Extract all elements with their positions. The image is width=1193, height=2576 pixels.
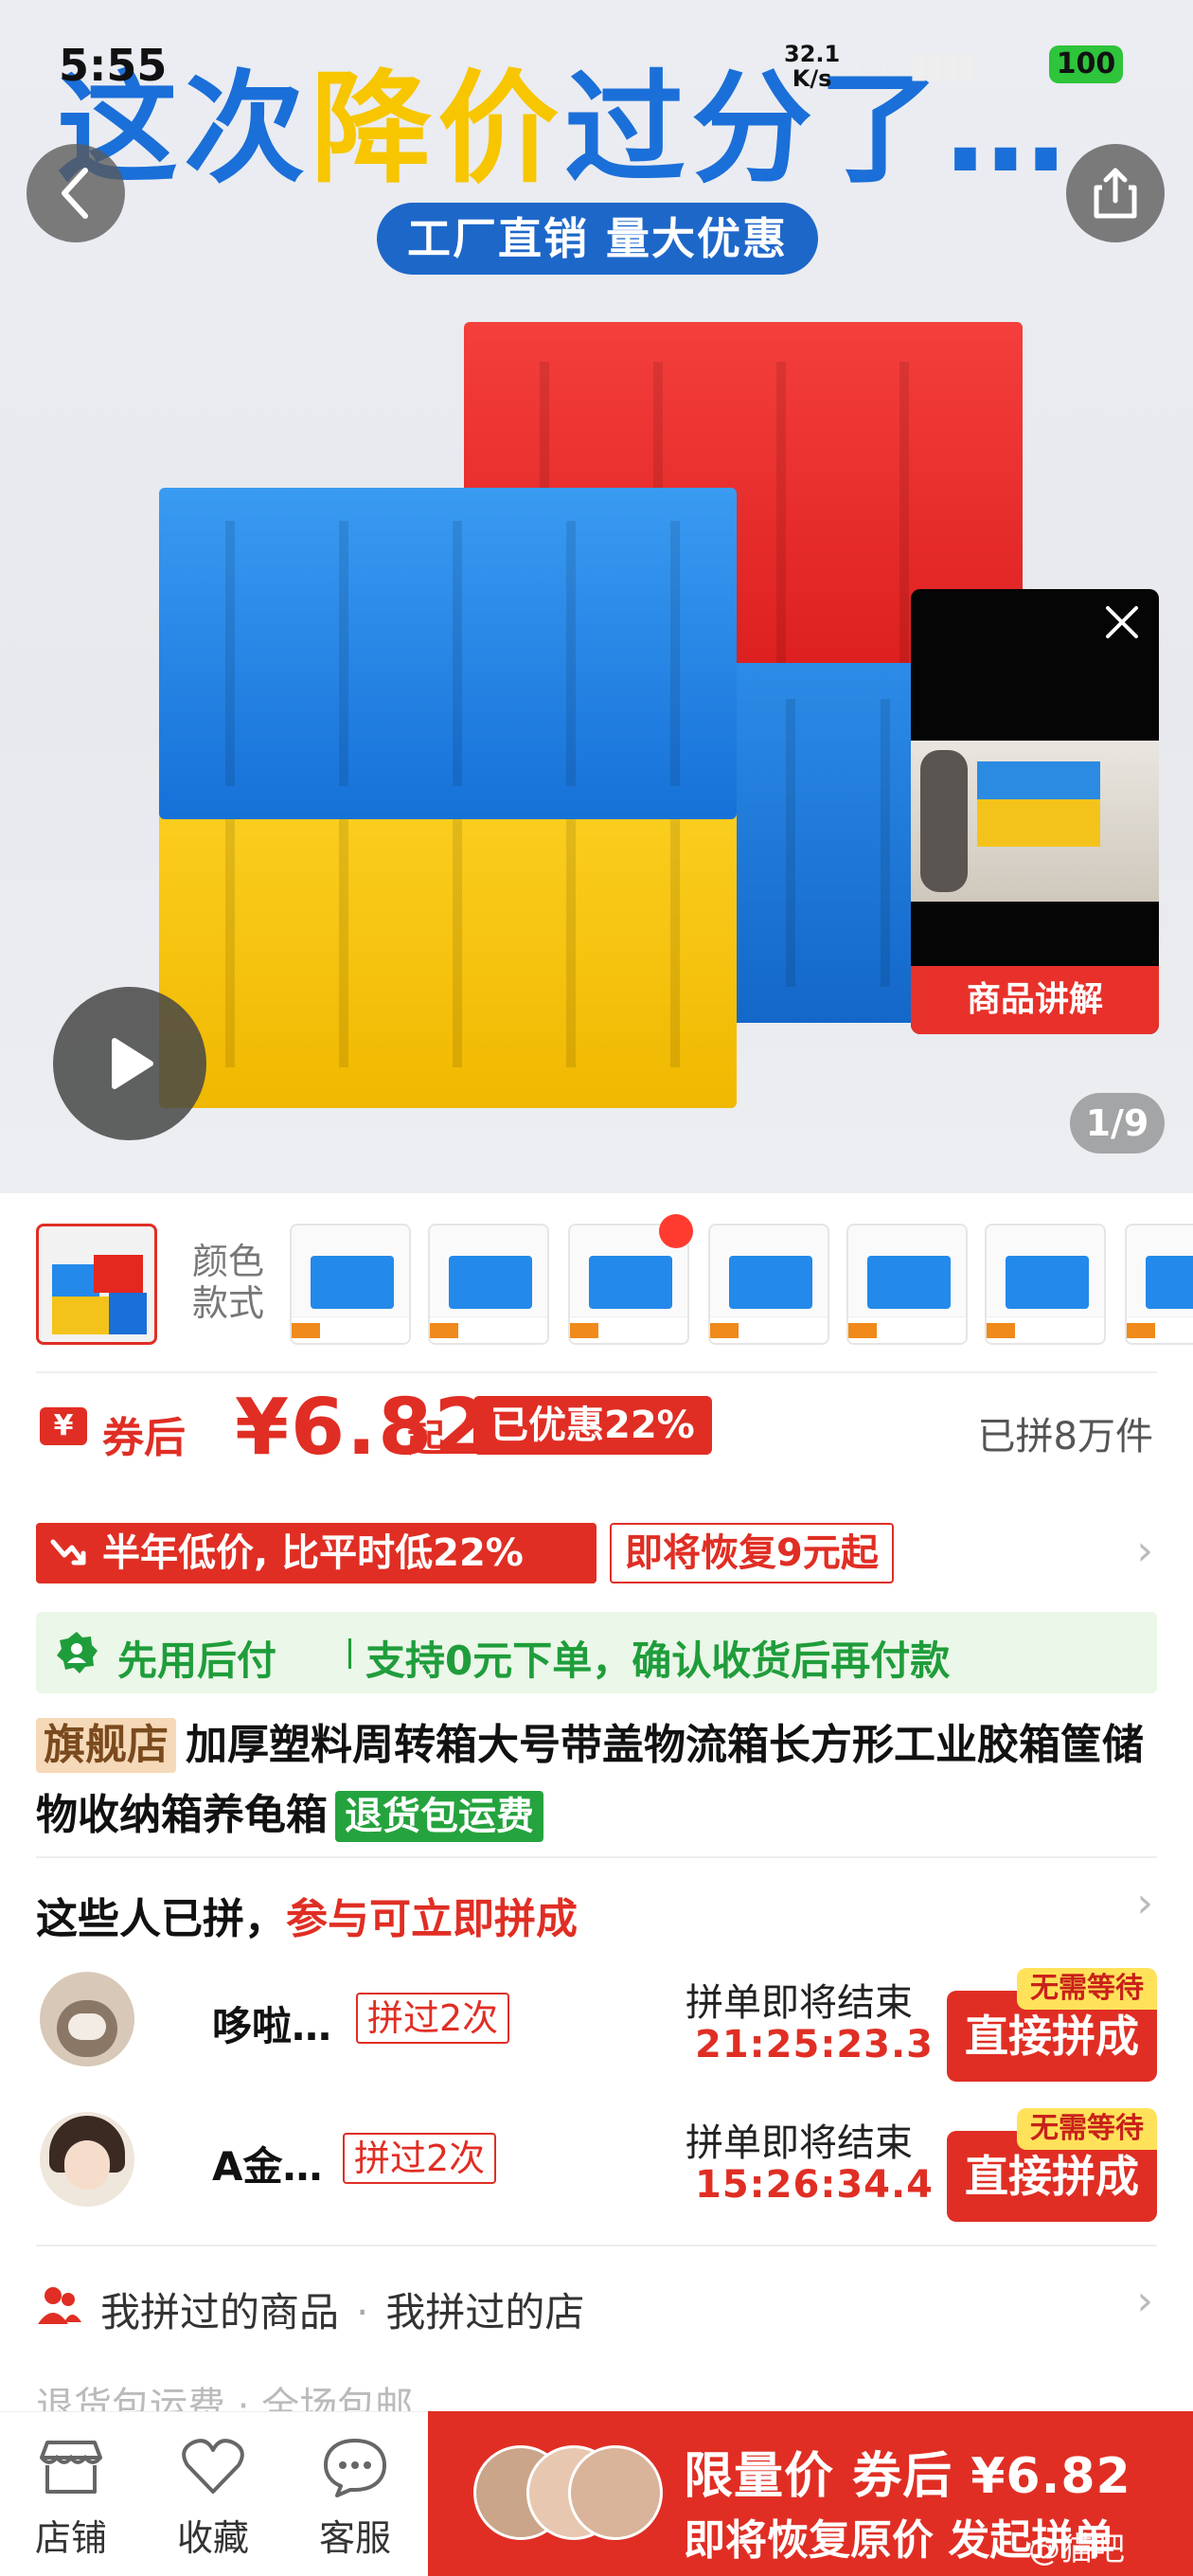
sku-selector[interactable]: 颜色款式 [0,1212,1193,1354]
low-price-row[interactable]: 半年低价, 比平时低22% 即将恢复9元起 › [36,1523,1157,1583]
pay-after-banner[interactable]: 先用后付 支持0元下单，确认收货后再付款 [36,1612,1157,1693]
video-preview-card[interactable]: 商品讲解 [911,589,1159,1034]
flagship-store-tag: 旗舰店 [36,1718,176,1773]
ending-label: 拼单即将结束 [686,2121,913,2165]
free-return-tag: 退货包运费 [335,1791,543,1842]
play-video-button[interactable] [53,987,206,1140]
video-thumbnail [911,741,1159,902]
chevron-right-icon: › [1136,1527,1153,1575]
history-stores-link[interactable]: 我拼过的店 [385,2289,584,2335]
nav-service-label: 客服 [318,2517,391,2559]
separator-dot: · [356,2289,369,2335]
divider [36,1856,1157,1858]
close-icon[interactable] [1098,599,1146,646]
signal-icon: ▮▮▮▮ [909,44,977,85]
avatar [40,1972,134,2066]
chevron-left-icon [62,168,88,219]
group-buy-item: A金… 拼过2次 拼单即将结束 15:26:34.4 直接拼成 无需等待 [36,2102,1157,2222]
separator [348,1638,351,1669]
trend-down-icon [50,1539,86,1565]
avatar [40,2112,134,2207]
group-buy-title: 这些人已拼， [36,1895,286,1943]
username: 哆啦… [212,2003,332,2049]
joined-times-tag: 拼过2次 [356,1993,510,2044]
nav-favorite[interactable]: 收藏 [142,2437,284,2561]
chevron-right-icon: › [1136,2277,1153,2325]
hot-fire-icon [659,1214,693,1248]
low-price-tag: 半年低价, 比平时低22% [36,1523,596,1583]
divider [36,2245,1157,2246]
play-icon [112,1038,153,1089]
avatar [568,2445,663,2540]
sku-thumb[interactable] [985,1224,1106,1345]
username: A金… [212,2143,323,2190]
image-page-indicator: 1/9 [1070,1093,1165,1154]
coupon-icon: ¥ [40,1407,87,1445]
back-button[interactable] [27,144,125,242]
battery-icon: 100 [1049,45,1123,83]
history-products-link[interactable]: 我拼过的商品 [100,2289,339,2335]
chevron-right-icon: › [1136,1879,1153,1927]
sku-thumb-selected[interactable] [36,1224,157,1345]
sku-thumb[interactable] [428,1224,549,1345]
ending-label: 拼单即将结束 [686,1981,913,2025]
heart-icon [182,2439,244,2494]
restore-price-tag: 即将恢复9元起 [610,1523,894,1583]
nav-store[interactable]: 店铺 [0,2437,142,2561]
history-row[interactable]: 我拼过的商品 · 我拼过的店 › [36,2273,1157,2339]
sku-thumb[interactable] [846,1224,968,1345]
nav-store-label: 店铺 [34,2517,107,2559]
status-time: 5:55 [59,40,168,91]
video-label: 商品讲解 [911,966,1159,1034]
sku-color-label: 颜色款式 [191,1241,264,1324]
users-icon [38,2287,81,2324]
nav-service[interactable]: 客服 [284,2437,426,2561]
sku-thumb[interactable] [1125,1224,1193,1345]
group-buy-item: 哆啦… 拼过2次 拼单即将结束 21:25:23.3 直接拼成 无需等待 [36,1962,1157,2082]
joined-times-tag: 拼过2次 [343,2133,497,2184]
no-wait-badge: 无需等待 [1017,2108,1157,2150]
countdown-timer: 15:26:34.4 [695,2163,935,2207]
peek-text: 退货包运费 · 全场包邮 [36,2385,414,2413]
sku-thumb[interactable] [290,1224,411,1345]
wifi-icon: ◠ [852,45,889,94]
network-speed: 32.1 K/s [784,41,841,92]
group-buy-header[interactable]: 这些人已拼，参与可立即拼成 › [36,1879,1157,1943]
share-button[interactable] [1066,144,1165,242]
sku-thumb[interactable] [708,1224,829,1345]
pay-later-icon [57,1632,98,1673]
no-wait-badge: 无需等待 [1017,1968,1157,2010]
chat-icon [324,2439,386,2497]
cta-price-line: 限量价 券后 ¥6.82 [684,2448,1131,2505]
countdown-timer: 21:25:23.3 [695,2023,935,2066]
store-icon [40,2441,102,2494]
price-row: ¥ 券后 ¥6.82 起 已优惠22% 已拼8万件 [36,1383,1157,1473]
pay-after-desc: 支持0元下单，确认收货后再付款 [365,1637,951,1684]
after-coupon-label: 券后 [102,1414,186,1462]
product-title: 旗舰店 加厚塑料周转箱大号带盖物流箱长方形工业胶箱筐储物收纳箱养龟箱 退货包运费 [36,1710,1163,1851]
nav-favorite-label: 收藏 [176,2517,249,2559]
product-image-carousel[interactable]: 这次降价过分了… 5:55 32.1 K/s ◠ ▮▮▮▮ 100 工厂直销 量… [0,0,1193,1193]
watermark: @猫吧 [1028,2531,1125,2568]
crate-blue-image [159,488,737,819]
discount-badge: 已优惠22% [473,1396,712,1455]
price-value: ¥6.82 [235,1383,490,1473]
hero-promo-tag: 工厂直销 量大优惠 [377,203,818,275]
share-icon [1094,168,1137,219]
status-bar: 5:55 32.1 K/s ◠ ▮▮▮▮ 100 [0,0,1193,123]
divider [36,1371,1157,1373]
cta-avatars [473,2445,663,2544]
pay-after-title: 先用后付 [117,1637,277,1684]
group-buy-title-accent: 参与可立即拼成 [286,1895,578,1943]
price-suffix: 起 [407,1417,445,1460]
sold-count: 已拼8万件 [977,1415,1153,1458]
